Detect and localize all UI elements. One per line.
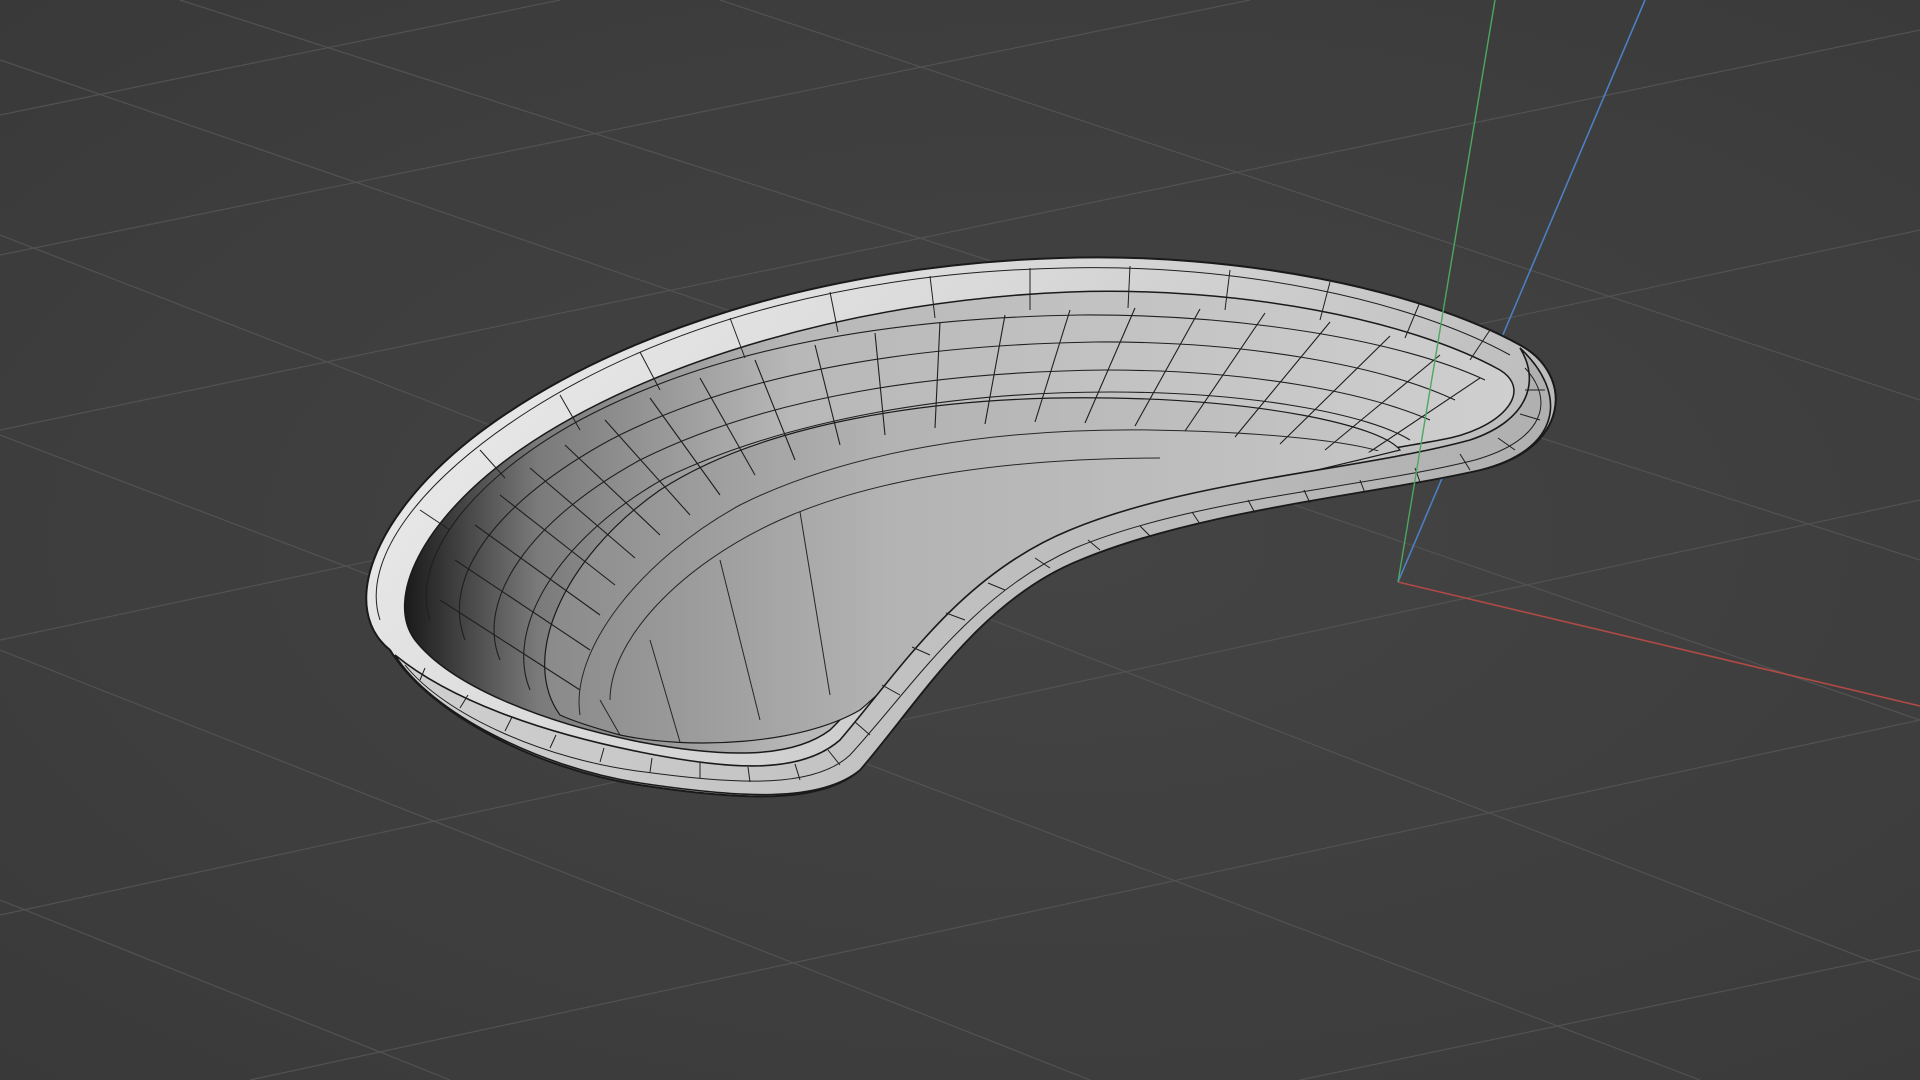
y-axis [1397,0,1496,583]
kidney-dish-mesh[interactable] [365,256,1557,798]
x-axis [1397,581,1920,707]
viewport-canvas[interactable] [0,0,1920,1080]
z-axis [1397,0,1646,583]
3d-viewport[interactable] [0,0,1920,1080]
